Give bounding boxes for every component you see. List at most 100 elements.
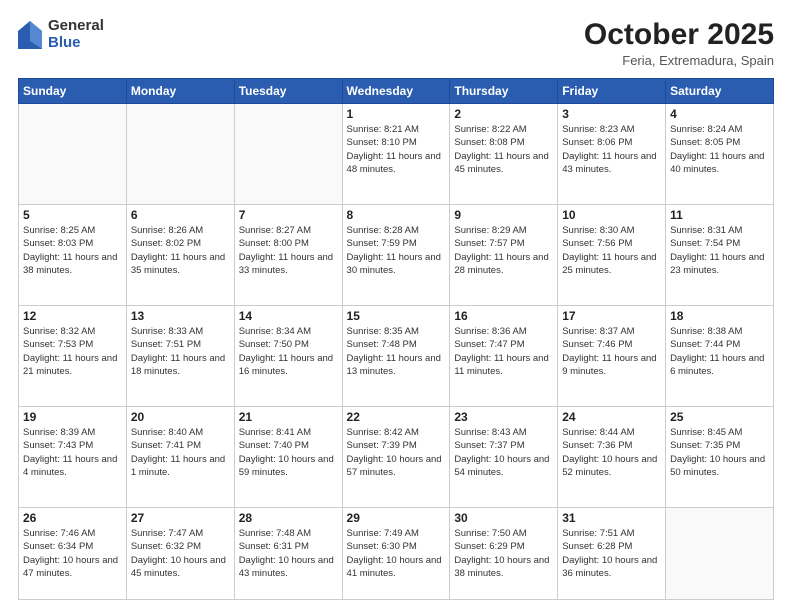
table-row: 10Sunrise: 8:30 AM Sunset: 7:56 PM Dayli… — [558, 205, 666, 306]
day-number: 18 — [670, 309, 769, 323]
day-info: Sunrise: 7:49 AM Sunset: 6:30 PM Dayligh… — [347, 527, 446, 580]
table-row: 4Sunrise: 8:24 AM Sunset: 8:05 PM Daylig… — [666, 104, 774, 205]
col-thursday: Thursday — [450, 79, 558, 104]
table-row — [19, 104, 127, 205]
col-wednesday: Wednesday — [342, 79, 450, 104]
day-number: 19 — [23, 410, 122, 424]
location: Feria, Extremadura, Spain — [584, 53, 774, 68]
day-info: Sunrise: 8:41 AM Sunset: 7:40 PM Dayligh… — [239, 426, 338, 479]
day-info: Sunrise: 8:23 AM Sunset: 8:06 PM Dayligh… — [562, 123, 661, 176]
table-row — [666, 508, 774, 600]
table-row: 2 Sunrise: 8:22 AM Sunset: 8:08 PM Daylig… — [450, 104, 558, 205]
day-info: Sunrise: 7:48 AM Sunset: 6:31 PM Dayligh… — [239, 527, 338, 580]
table-row: 21 Sunrise: 8:41 AM Sunset: 7:40 PM Dayli… — [234, 407, 342, 508]
table-row: 5 Sunrise: 8:25 AM Sunset: 8:03 PM Daylig… — [19, 205, 127, 306]
table-row: 23 Sunrise: 8:43 AM Sunset: 7:37 PM Dayli… — [450, 407, 558, 508]
day-info: Sunrise: 8:37 AM Sunset: 7:46 PM Dayligh… — [562, 325, 661, 378]
table-row: 30 Sunrise: 7:50 AM Sunset: 6:29 PM Dayli… — [450, 508, 558, 600]
day-number: 9 — [454, 208, 553, 222]
day-number: 17 — [562, 309, 661, 323]
day-number: 21 — [239, 410, 338, 424]
title-block: October 2025 Feria, Extremadura, Spain — [584, 18, 774, 68]
table-row: 7Sunrise: 8:27 AM Sunset: 8:00 PM Daylig… — [234, 205, 342, 306]
day-info: Sunrise: 8:38 AM Sunset: 7:44 PM Dayligh… — [670, 325, 769, 378]
table-row: 26Sunrise: 7:46 AM Sunset: 6:34 PM Dayli… — [19, 508, 127, 600]
day-number: 10 — [562, 208, 661, 222]
day-number: 29 — [347, 511, 446, 525]
day-number: 27 — [131, 511, 230, 525]
day-number: 1 — [347, 107, 446, 121]
table-row: 1 Sunrise: 8:21 AM Sunset: 8:10 PM Daylig… — [342, 104, 450, 205]
table-row: 6 Sunrise: 8:26 AM Sunset: 8:02 PM Daylig… — [126, 205, 234, 306]
col-friday: Friday — [558, 79, 666, 104]
day-info: Sunrise: 7:50 AM Sunset: 6:29 PM Dayligh… — [454, 527, 553, 580]
day-info: Sunrise: 8:42 AM Sunset: 7:39 PM Dayligh… — [347, 426, 446, 479]
logo: General Blue — [18, 18, 104, 51]
day-number: 25 — [670, 410, 769, 424]
calendar-table: Sunday Monday Tuesday Wednesday Thursday… — [18, 78, 774, 600]
table-row: 13 Sunrise: 8:33 AM Sunset: 7:51 PM Dayli… — [126, 306, 234, 407]
day-number: 30 — [454, 511, 553, 525]
table-row: 12Sunrise: 8:32 AM Sunset: 7:53 PM Dayli… — [19, 306, 127, 407]
logo-text: General Blue — [48, 18, 104, 51]
table-row: 11 Sunrise: 8:31 AM Sunset: 7:54 PM Dayli… — [666, 205, 774, 306]
table-row: 28 Sunrise: 7:48 AM Sunset: 6:31 PM Dayli… — [234, 508, 342, 600]
table-row: 16 Sunrise: 8:36 AM Sunset: 7:47 PM Dayli… — [450, 306, 558, 407]
day-number: 7 — [239, 208, 338, 222]
month-title: October 2025 — [584, 18, 774, 51]
day-number: 31 — [562, 511, 661, 525]
table-row: 19Sunrise: 8:39 AM Sunset: 7:43 PM Dayli… — [19, 407, 127, 508]
day-info: Sunrise: 8:28 AM Sunset: 7:59 PM Dayligh… — [347, 224, 446, 277]
day-info: Sunrise: 8:21 AM Sunset: 8:10 PM Dayligh… — [347, 123, 446, 176]
col-saturday: Saturday — [666, 79, 774, 104]
table-row: 31Sunrise: 7:51 AM Sunset: 6:28 PM Dayli… — [558, 508, 666, 600]
table-row: 27 Sunrise: 7:47 AM Sunset: 6:32 PM Dayli… — [126, 508, 234, 600]
day-number: 28 — [239, 511, 338, 525]
day-info: Sunrise: 8:29 AM Sunset: 7:57 PM Dayligh… — [454, 224, 553, 277]
calendar-week-row: 26Sunrise: 7:46 AM Sunset: 6:34 PM Dayli… — [19, 508, 774, 600]
table-row: 25 Sunrise: 8:45 AM Sunset: 7:35 PM Dayli… — [666, 407, 774, 508]
day-info: Sunrise: 8:44 AM Sunset: 7:36 PM Dayligh… — [562, 426, 661, 479]
day-number: 4 — [670, 107, 769, 121]
table-row: 14 Sunrise: 8:34 AM Sunset: 7:50 PM Dayli… — [234, 306, 342, 407]
table-row — [126, 104, 234, 205]
table-row: 3 Sunrise: 8:23 AM Sunset: 8:06 PM Daylig… — [558, 104, 666, 205]
day-number: 6 — [131, 208, 230, 222]
col-sunday: Sunday — [19, 79, 127, 104]
day-info: Sunrise: 8:43 AM Sunset: 7:37 PM Dayligh… — [454, 426, 553, 479]
day-info: Sunrise: 8:25 AM Sunset: 8:03 PM Dayligh… — [23, 224, 122, 277]
day-number: 11 — [670, 208, 769, 222]
day-info: Sunrise: 7:46 AM Sunset: 6:34 PM Dayligh… — [23, 527, 122, 580]
day-number: 14 — [239, 309, 338, 323]
day-number: 8 — [347, 208, 446, 222]
table-row: 15Sunrise: 8:35 AM Sunset: 7:48 PM Dayli… — [342, 306, 450, 407]
table-row: 17 Sunrise: 8:37 AM Sunset: 7:46 PM Dayli… — [558, 306, 666, 407]
day-info: Sunrise: 8:35 AM Sunset: 7:48 PM Dayligh… — [347, 325, 446, 378]
table-row: 29 Sunrise: 7:49 AM Sunset: 6:30 PM Dayli… — [342, 508, 450, 600]
day-info: Sunrise: 8:31 AM Sunset: 7:54 PM Dayligh… — [670, 224, 769, 277]
day-number: 2 — [454, 107, 553, 121]
calendar-week-row: 12Sunrise: 8:32 AM Sunset: 7:53 PM Dayli… — [19, 306, 774, 407]
table-row: 9 Sunrise: 8:29 AM Sunset: 7:57 PM Daylig… — [450, 205, 558, 306]
header: General Blue October 2025 Feria, Extrema… — [18, 18, 774, 68]
day-info: Sunrise: 8:45 AM Sunset: 7:35 PM Dayligh… — [670, 426, 769, 479]
day-number: 5 — [23, 208, 122, 222]
day-info: Sunrise: 7:47 AM Sunset: 6:32 PM Dayligh… — [131, 527, 230, 580]
day-info: Sunrise: 8:33 AM Sunset: 7:51 PM Dayligh… — [131, 325, 230, 378]
day-number: 16 — [454, 309, 553, 323]
calendar-week-row: 5 Sunrise: 8:25 AM Sunset: 8:03 PM Daylig… — [19, 205, 774, 306]
day-info: Sunrise: 8:36 AM Sunset: 7:47 PM Dayligh… — [454, 325, 553, 378]
calendar-week-row: 19Sunrise: 8:39 AM Sunset: 7:43 PM Dayli… — [19, 407, 774, 508]
day-number: 13 — [131, 309, 230, 323]
logo-general: General — [48, 18, 104, 35]
table-row: 18 Sunrise: 8:38 AM Sunset: 7:44 PM Dayli… — [666, 306, 774, 407]
calendar-header-row: Sunday Monday Tuesday Wednesday Thursday… — [19, 79, 774, 104]
day-number: 23 — [454, 410, 553, 424]
day-number: 3 — [562, 107, 661, 121]
day-number: 24 — [562, 410, 661, 424]
day-info: Sunrise: 8:22 AM Sunset: 8:08 PM Dayligh… — [454, 123, 553, 176]
day-info: Sunrise: 8:34 AM Sunset: 7:50 PM Dayligh… — [239, 325, 338, 378]
day-info: Sunrise: 8:26 AM Sunset: 8:02 PM Dayligh… — [131, 224, 230, 277]
day-number: 20 — [131, 410, 230, 424]
day-number: 22 — [347, 410, 446, 424]
